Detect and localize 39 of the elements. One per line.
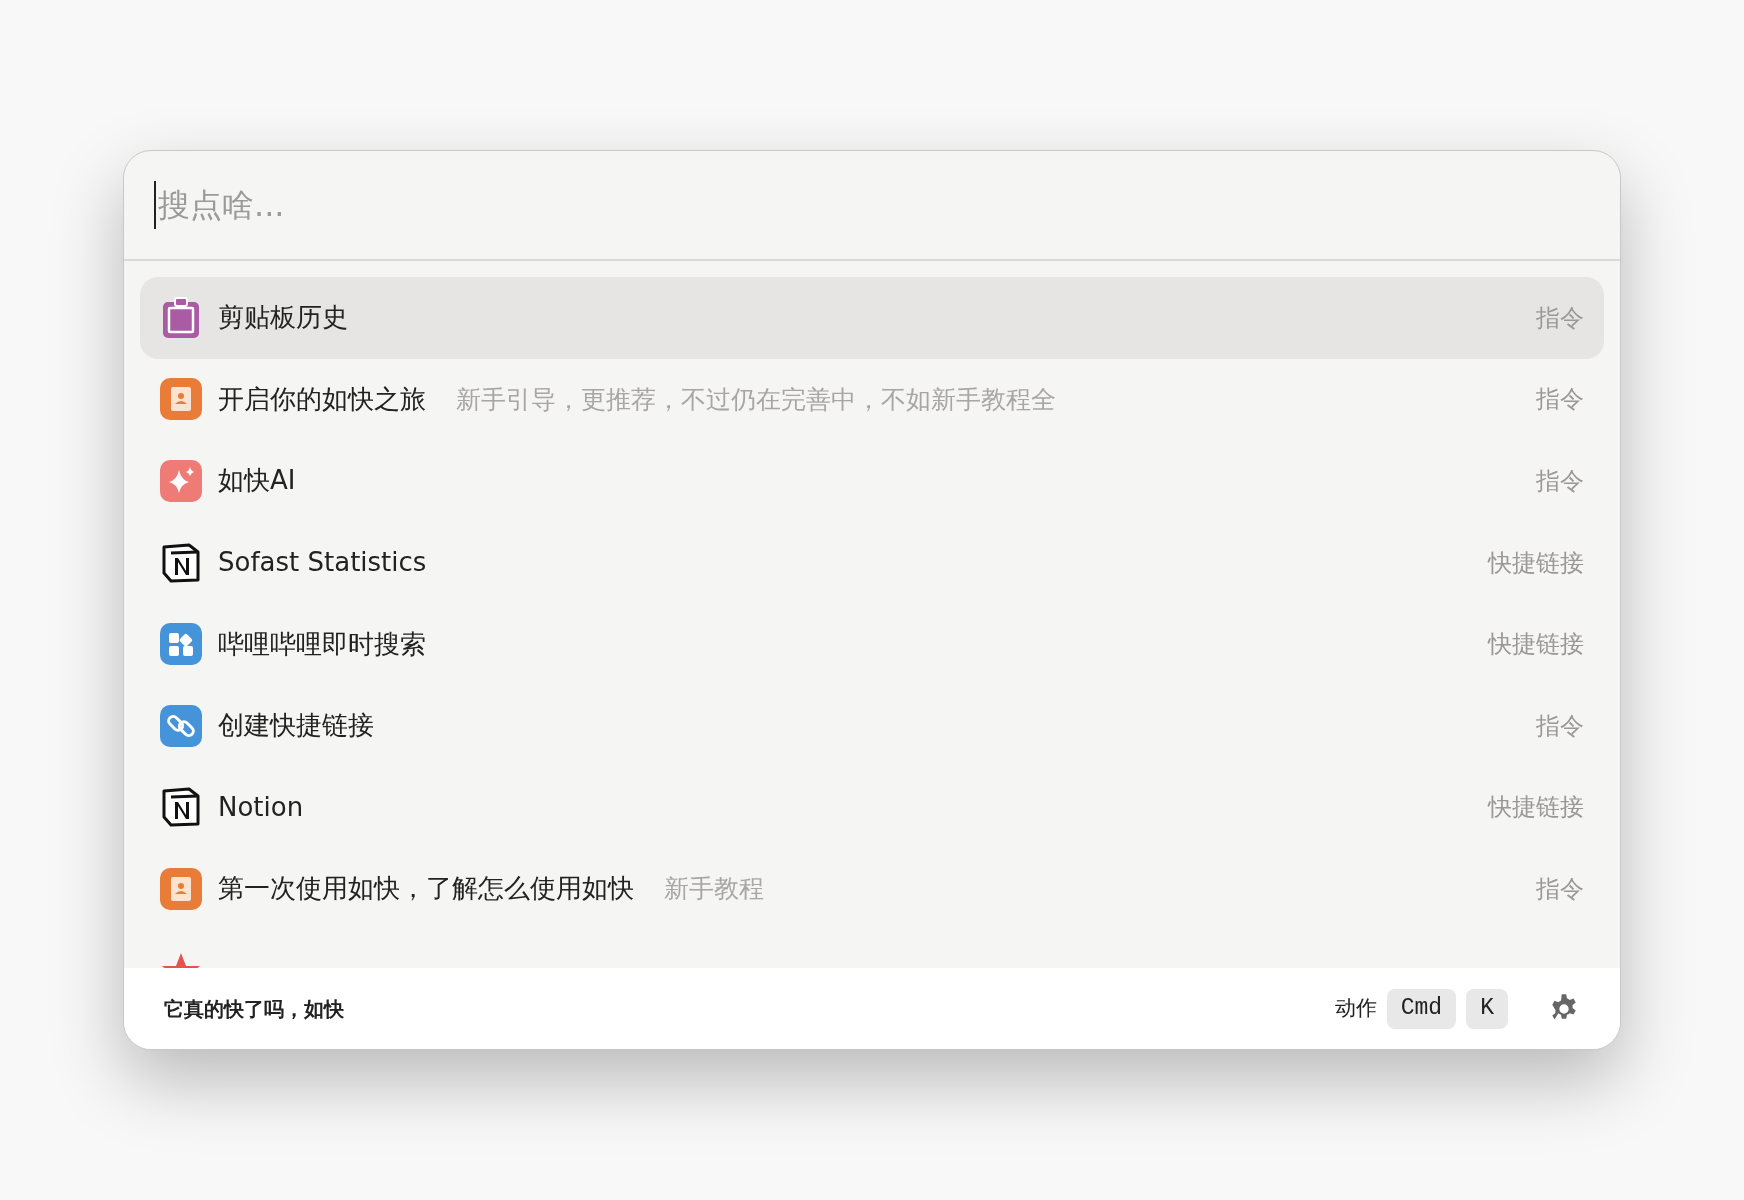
result-type: 指令 xyxy=(1536,873,1584,905)
result-item[interactable]: 第一次使用如快，了解怎么使用如快 新手教程 指令 xyxy=(140,848,1604,930)
result-title: 剪贴板历史 xyxy=(218,301,348,335)
result-title: 第一次使用如快，了解怎么使用如快 xyxy=(218,872,634,906)
notebook-icon xyxy=(160,867,202,910)
result-subtitle: 新手教程 xyxy=(664,873,764,906)
result-subtitle: 新手引导，更推荐，不过仍在完善中，不如新手教程全 xyxy=(456,383,1056,416)
result-item[interactable]: Notion 快捷链接 xyxy=(140,766,1604,849)
action-label: 动作 xyxy=(1334,994,1377,1022)
result-type: 指令 xyxy=(1536,384,1584,416)
notion-icon xyxy=(161,787,201,828)
key-cap: Cmd xyxy=(1386,988,1457,1029)
link-icon xyxy=(160,704,202,747)
notebook-icon xyxy=(160,378,202,421)
result-type: 指令 xyxy=(1536,710,1584,742)
result-type: 快捷链接 xyxy=(1488,547,1584,579)
clipboard-icon xyxy=(161,296,201,339)
result-title: 哔哩哔哩即时搜索 xyxy=(218,627,426,661)
result-item[interactable]: 哔哩哔哩即时搜索 快捷链接 xyxy=(140,603,1604,685)
result-item[interactable]: 如快AI 指令 xyxy=(140,440,1604,522)
result-item[interactable]: 剪贴板历史 指令 xyxy=(140,277,1604,359)
grid-icon xyxy=(160,623,202,666)
result-title: Sofast Statistics xyxy=(218,546,427,580)
search-field[interactable]: 搜点啥... xyxy=(154,181,1590,229)
result-title: 创建快捷链接 xyxy=(218,709,374,743)
result-title: Notion xyxy=(218,790,304,824)
result-type: 指令 xyxy=(1536,466,1584,497)
result-type: 指令 xyxy=(1536,302,1584,334)
key-cap: K xyxy=(1466,988,1508,1029)
notion-icon xyxy=(161,542,201,583)
result-type: 快捷链接 xyxy=(1488,792,1584,824)
result-title: 如快AI xyxy=(218,464,296,498)
result-item[interactable]: 创建快捷链接 指令 xyxy=(140,684,1604,767)
result-item[interactable]: Sofast Statistics 快捷链接 xyxy=(140,521,1604,604)
result-type: 快捷链接 xyxy=(1488,629,1584,661)
slogan-text: 它真的快了吗，如快 xyxy=(164,995,344,1023)
result-title: 开启你的如快之旅 xyxy=(218,382,426,416)
result-item[interactable]: 开启你的如快之旅 新手引导，更推荐，不过仍在完善中，不如新手教程全 指令 xyxy=(140,358,1604,441)
sparkle-icon xyxy=(160,460,202,502)
